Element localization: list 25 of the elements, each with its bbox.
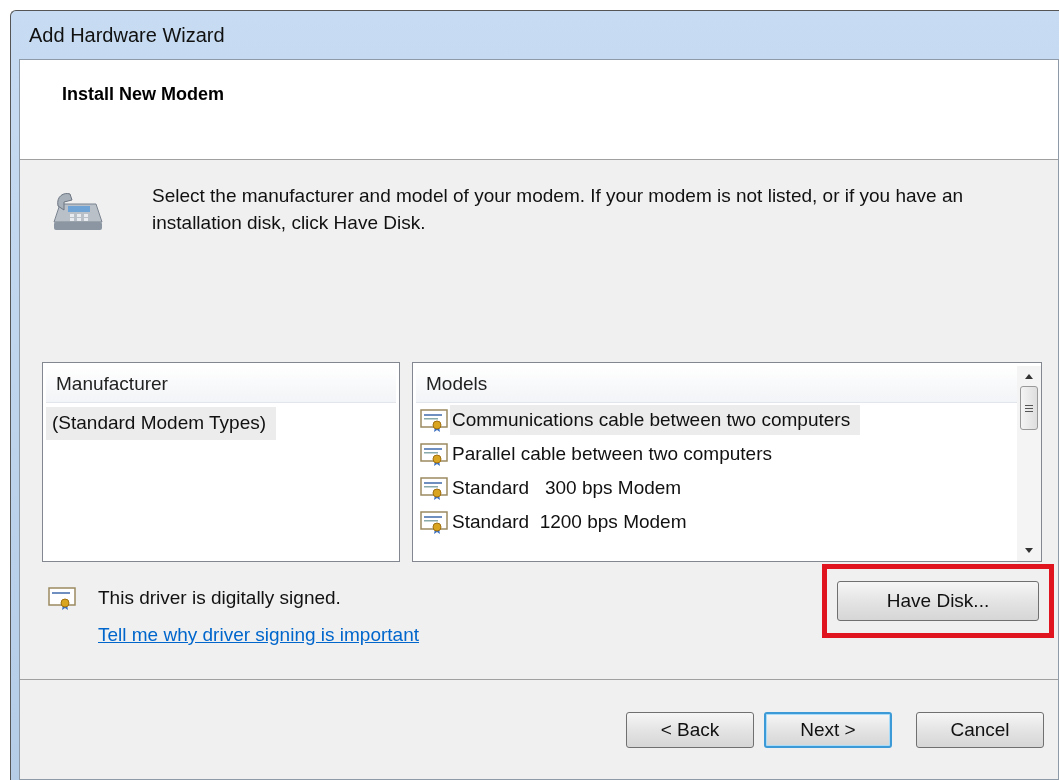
have-disk-button[interactable]: Have Disk... [837, 581, 1039, 621]
model-item[interactable]: Standard 1200 bps Modem [450, 507, 697, 537]
model-item[interactable]: Parallel cable between two computers [450, 439, 782, 469]
vertical-scrollbar[interactable] [1017, 366, 1041, 561]
signed-status-text: This driver is digitally signed. [98, 587, 341, 609]
manufacturer-item[interactable]: (Standard Modem Types) [46, 407, 277, 440]
certificate-icon [420, 442, 450, 466]
wizard-button[interactable]: Next > [764, 711, 892, 748]
page-heading: Install New Modem [62, 84, 225, 104]
driver-signing-link[interactable]: Tell me why driver signing is important [98, 624, 419, 646]
scroll-thumb[interactable] [1020, 386, 1038, 430]
scroll-up-icon[interactable] [1023, 372, 1035, 380]
scroll-down-icon[interactable] [1023, 547, 1035, 555]
certificate-icon [420, 408, 450, 432]
models-list[interactable]: Models Communications cable between two computers Parallel cable between two computers Standard 300 bps Modem Standard 1200 bps Modem [412, 362, 1042, 562]
certificate-icon [420, 510, 450, 534]
certificate-icon [48, 586, 78, 610]
model-item[interactable]: Standard 300 bps Modem [450, 473, 692, 503]
wizard-button[interactable]: Cancel [916, 711, 1044, 748]
wizard-button[interactable]: < Back [626, 711, 754, 748]
model-item[interactable]: Communications cable between two computers [450, 405, 861, 435]
manufacturer-list[interactable]: Manufacturer (Standard Modem Types) [42, 362, 400, 562]
window-title: Add Hardware Wizard [29, 23, 225, 47]
instruction-text: Select the manufacturer and model of your modem. If your modem is not listed, or if you have an installation disk, click Have Disk. [152, 184, 965, 235]
certificate-icon [420, 476, 450, 500]
